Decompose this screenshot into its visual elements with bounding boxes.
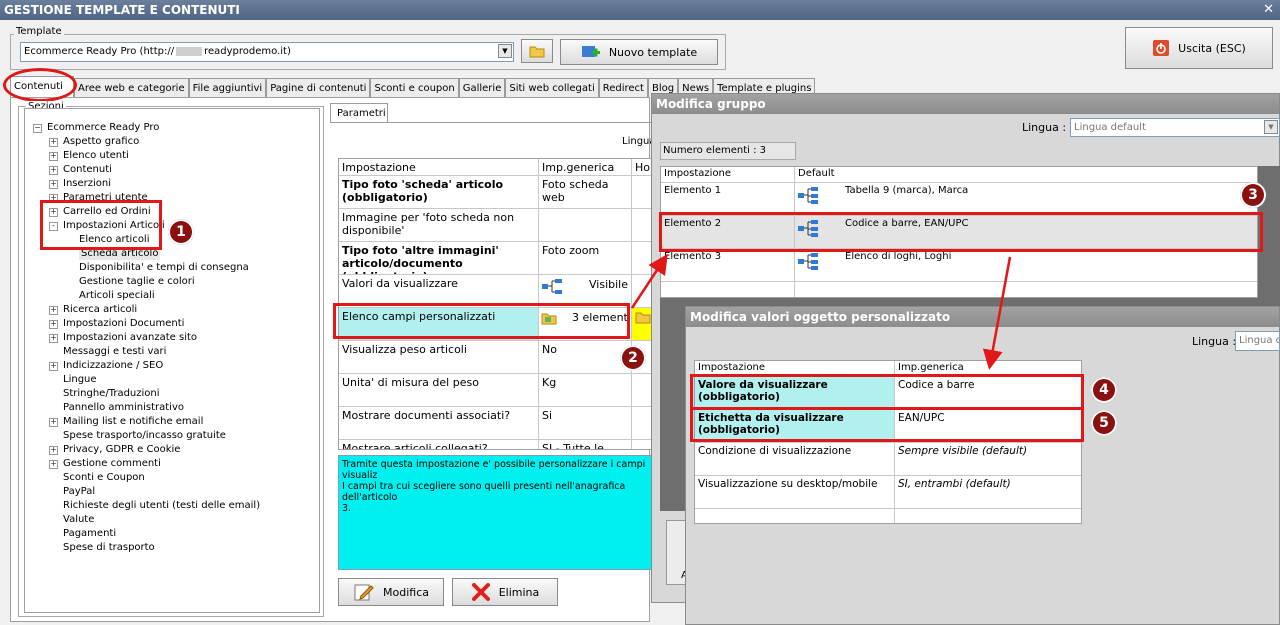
arrow-2-to-3 xyxy=(630,253,668,309)
arrow-3-to-4 xyxy=(982,256,1012,370)
badge-4: 4 xyxy=(1091,377,1117,403)
annotation-arrows xyxy=(630,253,1012,370)
badge-2: 2 xyxy=(620,345,646,371)
badge-1: 1 xyxy=(168,219,194,245)
badge-5: 5 xyxy=(1091,410,1117,436)
badge-3: 3 xyxy=(1240,182,1266,208)
